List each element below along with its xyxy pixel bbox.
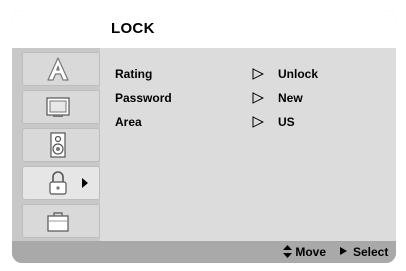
setting-row-password[interactable]: Password New (100, 88, 396, 108)
select-hint: Select (340, 245, 388, 259)
setting-label: Rating (115, 67, 153, 81)
setting-row-rating[interactable]: Rating Unlock (100, 64, 396, 84)
padlock-icon (49, 171, 67, 195)
tab-lock[interactable] (22, 166, 100, 200)
setting-value: New (278, 91, 303, 105)
tab-language[interactable] (22, 52, 100, 86)
page-title: LOCK (111, 20, 155, 37)
title-bar: LOCK (12, 10, 396, 48)
tab-display[interactable] (22, 90, 100, 124)
setup-menu-frame: LOCK Rating Unlock Password New Area US … (12, 10, 396, 263)
settings-panel: Rating Unlock Password New Area US (100, 48, 396, 241)
briefcase-icon (47, 212, 69, 232)
sidebar (22, 48, 100, 246)
pointer-arrow-icon (252, 92, 264, 104)
move-label: Move (295, 245, 327, 259)
tv-screen-icon (46, 97, 70, 117)
speaker-icon (50, 132, 66, 158)
setting-row-area[interactable]: Area US (100, 112, 396, 132)
play-arrow-icon (340, 247, 347, 255)
tab-audio[interactable] (22, 128, 100, 162)
letter-a-icon (47, 57, 69, 81)
setting-label: Area (115, 115, 142, 129)
pointer-arrow-icon (252, 116, 264, 128)
setting-value: Unlock (278, 67, 319, 81)
help-bar: Move Select (12, 241, 396, 263)
select-label: Select (353, 245, 389, 259)
up-down-arrows-icon (283, 245, 292, 258)
move-hint: Move (283, 245, 326, 259)
pointer-arrow-icon (252, 68, 264, 80)
setting-value: US (278, 115, 295, 129)
active-tab-arrow-icon (82, 178, 88, 188)
tab-others[interactable] (22, 204, 100, 238)
setting-label: Password (115, 91, 172, 105)
